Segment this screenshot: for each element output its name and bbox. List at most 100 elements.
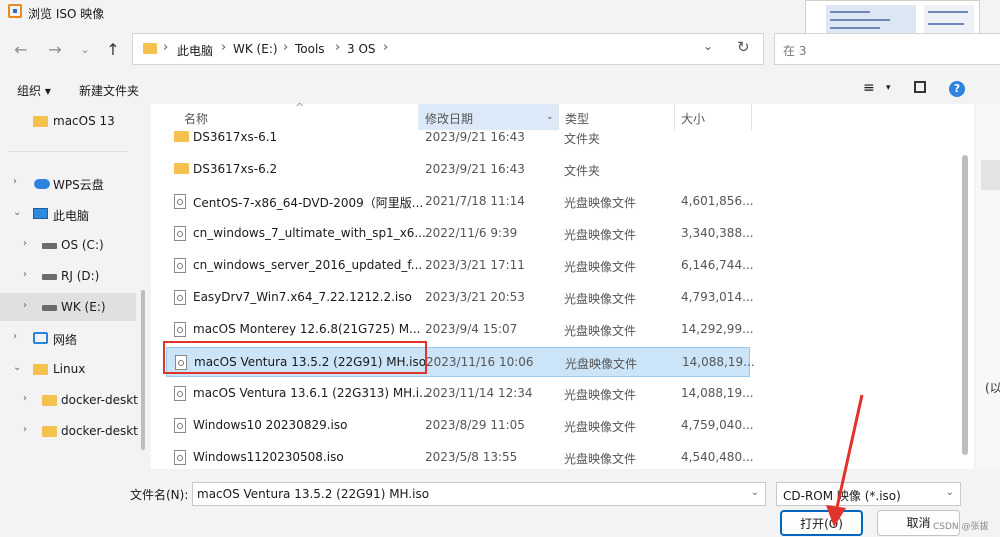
- file-date: 2023/5/8 13:55: [425, 450, 518, 464]
- open-button[interactable]: 打开(O): [780, 510, 863, 536]
- chevron-right-icon[interactable]: ›: [13, 176, 17, 187]
- folder-icon: [174, 163, 189, 174]
- filetype-select[interactable]: CD-ROM 映像 (*.iso) ⌄: [776, 482, 961, 506]
- toolbar: 组织 ▾ 新建文件夹 ≡ ▾ ?: [0, 75, 1000, 103]
- nav-item-label: RJ (D:): [61, 269, 100, 283]
- back-arrow-icon[interactable]: ←: [10, 40, 32, 60]
- preview-pane-icon[interactable]: [914, 81, 926, 93]
- help-icon[interactable]: ?: [949, 81, 965, 97]
- forward-arrow-icon[interactable]: →: [44, 40, 66, 60]
- nav-item-docker-desktop-2[interactable]: › docker-deskt: [0, 417, 138, 445]
- view-dropdown-icon[interactable]: ▾: [886, 83, 891, 93]
- view-options-icon[interactable]: ≡: [863, 80, 875, 96]
- folder-icon: [143, 43, 157, 54]
- file-row[interactable]: macOS Ventura 13.6.1 (22G313) MH.i... 20…: [166, 379, 754, 409]
- file-row[interactable]: Windows10 20230829.iso 2023/8/29 11:05 光…: [166, 411, 754, 441]
- refresh-icon[interactable]: ↻: [737, 38, 750, 56]
- file-name: CentOS-7-x86_64-DVD-2009（阿里版...: [193, 196, 424, 210]
- file-list-scrollbar[interactable]: [962, 155, 968, 455]
- file-row[interactable]: DS3617xs-6.1 2023/9/21 16:43 文件夹: [166, 123, 750, 153]
- chevron-right-icon[interactable]: ›: [23, 424, 27, 435]
- chevron-down-icon[interactable]: ⌄: [751, 487, 759, 498]
- file-size: 14,088,19...: [681, 386, 754, 400]
- file-row[interactable]: DS3617xs-6.2 2023/9/21 16:43 文件夹: [166, 155, 750, 185]
- file-size: 4,601,856...: [681, 194, 754, 208]
- nav-scrollbar[interactable]: [141, 290, 145, 450]
- chevron-down-icon[interactable]: ⌄: [13, 362, 21, 373]
- file-type: 光盘映像文件: [564, 196, 637, 210]
- drive-icon: [42, 305, 57, 311]
- breadcrumb-this-pc[interactable]: 此电脑: [177, 42, 213, 59]
- navigation-pane: macOS 13 › WPS云盘 ⌄ 此电脑 › OS (C:) › RJ (D…: [0, 104, 138, 469]
- breadcrumb-drive[interactable]: WK (E:): [233, 42, 278, 56]
- file-date: 2023/3/21 17:11: [425, 258, 525, 272]
- file-type: 文件夹: [564, 164, 601, 178]
- breadcrumb-current[interactable]: 3 OS: [347, 42, 376, 56]
- chevron-right-icon[interactable]: ›: [13, 331, 17, 342]
- breadcrumb-tools[interactable]: Tools: [295, 42, 325, 56]
- file-date: 2023/11/14 12:34: [425, 386, 533, 400]
- nav-item-rj-d[interactable]: › RJ (D:): [0, 262, 136, 290]
- file-name: DS3617xs-6.1: [193, 130, 278, 144]
- disc-image-file-icon: [174, 418, 186, 433]
- nav-item-wk-e[interactable]: › WK (E:): [0, 293, 136, 321]
- nav-item-label: WPS云盘: [53, 178, 104, 192]
- filename-label: 文件名(N):: [130, 488, 189, 502]
- file-size: 6,146,744...: [681, 258, 754, 272]
- disc-image-file-icon: [174, 226, 186, 241]
- nav-item-label: macOS 13: [53, 114, 115, 128]
- nav-item-network[interactable]: › 网络: [0, 324, 136, 352]
- nav-item-linux[interactable]: ⌄ Linux: [0, 355, 136, 383]
- recent-locations-chevron-icon[interactable]: ⌄: [74, 40, 96, 60]
- background-window-text: (以: [985, 381, 1000, 395]
- address-dropdown-icon[interactable]: ⌄: [703, 39, 713, 53]
- nav-item-docker-desktop-1[interactable]: › docker-deskt: [0, 386, 138, 414]
- nav-item-macos13[interactable]: macOS 13: [0, 107, 136, 135]
- network-icon: [33, 332, 48, 344]
- column-divider[interactable]: [751, 104, 752, 130]
- new-folder-button[interactable]: 新建文件夹: [79, 82, 139, 99]
- file-name: macOS Monterey 12.6.8(21G725) M...: [193, 322, 421, 336]
- filename-input[interactable]: macOS Ventura 13.5.2 (22G91) MH.iso ⌄: [192, 482, 766, 506]
- file-name: cn_windows_7_ultimate_with_sp1_x6...: [193, 226, 426, 240]
- disc-image-file-icon: [174, 450, 186, 465]
- nav-item-os-c[interactable]: › OS (C:): [0, 231, 136, 259]
- window-title: 浏览 ISO 映像: [28, 7, 105, 21]
- file-row[interactable]: EasyDrv7_Win7.x64_7.22.1212.2.iso 2023/3…: [166, 283, 754, 313]
- file-type: 光盘映像文件: [564, 388, 637, 402]
- app-icon: [8, 4, 22, 18]
- selection-highlight-annotation: [163, 341, 427, 374]
- folder-icon: [33, 364, 48, 375]
- file-name: Windows1120230508.iso: [193, 450, 344, 464]
- file-date: 2023/9/21 16:43: [425, 130, 525, 144]
- chevron-right-icon: ›: [163, 40, 169, 55]
- nav-item-this-pc[interactable]: ⌄ 此电脑: [0, 200, 136, 228]
- file-row[interactable]: CentOS-7-x86_64-DVD-2009（阿里版... 2021/7/1…: [166, 187, 754, 217]
- chevron-right-icon[interactable]: ›: [23, 300, 27, 311]
- background-window-block: [981, 160, 1000, 190]
- chevron-right-icon[interactable]: ›: [23, 393, 27, 404]
- file-name: cn_windows_server_2016_updated_f...: [193, 258, 423, 272]
- chevron-right-icon: ›: [283, 40, 289, 55]
- search-input[interactable]: 在 3: [774, 33, 1000, 65]
- watermark: CSDN @张拔: [933, 522, 989, 532]
- nav-item-wps-cloud[interactable]: › WPS云盘: [0, 169, 136, 197]
- sort-caret-icon: ^: [295, 101, 305, 114]
- chevron-down-icon[interactable]: ⌄: [946, 487, 954, 498]
- file-date: 2023/9/21 16:43: [425, 162, 525, 176]
- address-bar[interactable]: › 此电脑 › WK (E:) › Tools › 3 OS › ⌄ ↻: [132, 33, 764, 65]
- up-arrow-icon[interactable]: ↑: [102, 40, 124, 60]
- chevron-right-icon[interactable]: ›: [23, 238, 27, 249]
- folder-icon: [174, 131, 189, 142]
- file-row[interactable]: Windows1120230508.iso 2023/5/8 13:55 光盘映…: [166, 443, 754, 473]
- file-row[interactable]: cn_windows_server_2016_updated_f... 2023…: [166, 251, 754, 281]
- divider: [8, 151, 128, 152]
- chevron-down-icon[interactable]: ⌄: [13, 207, 21, 218]
- file-row[interactable]: cn_windows_7_ultimate_with_sp1_x6... 202…: [166, 219, 754, 249]
- file-type: 光盘映像文件: [565, 357, 638, 371]
- organize-menu[interactable]: 组织 ▾: [17, 82, 51, 99]
- column-filter-chevron-icon[interactable]: ⌄: [546, 112, 554, 122]
- file-date: 2023/8/29 11:05: [425, 418, 525, 432]
- chevron-right-icon[interactable]: ›: [23, 269, 27, 280]
- file-date: 2023/11/16 10:06: [426, 355, 534, 369]
